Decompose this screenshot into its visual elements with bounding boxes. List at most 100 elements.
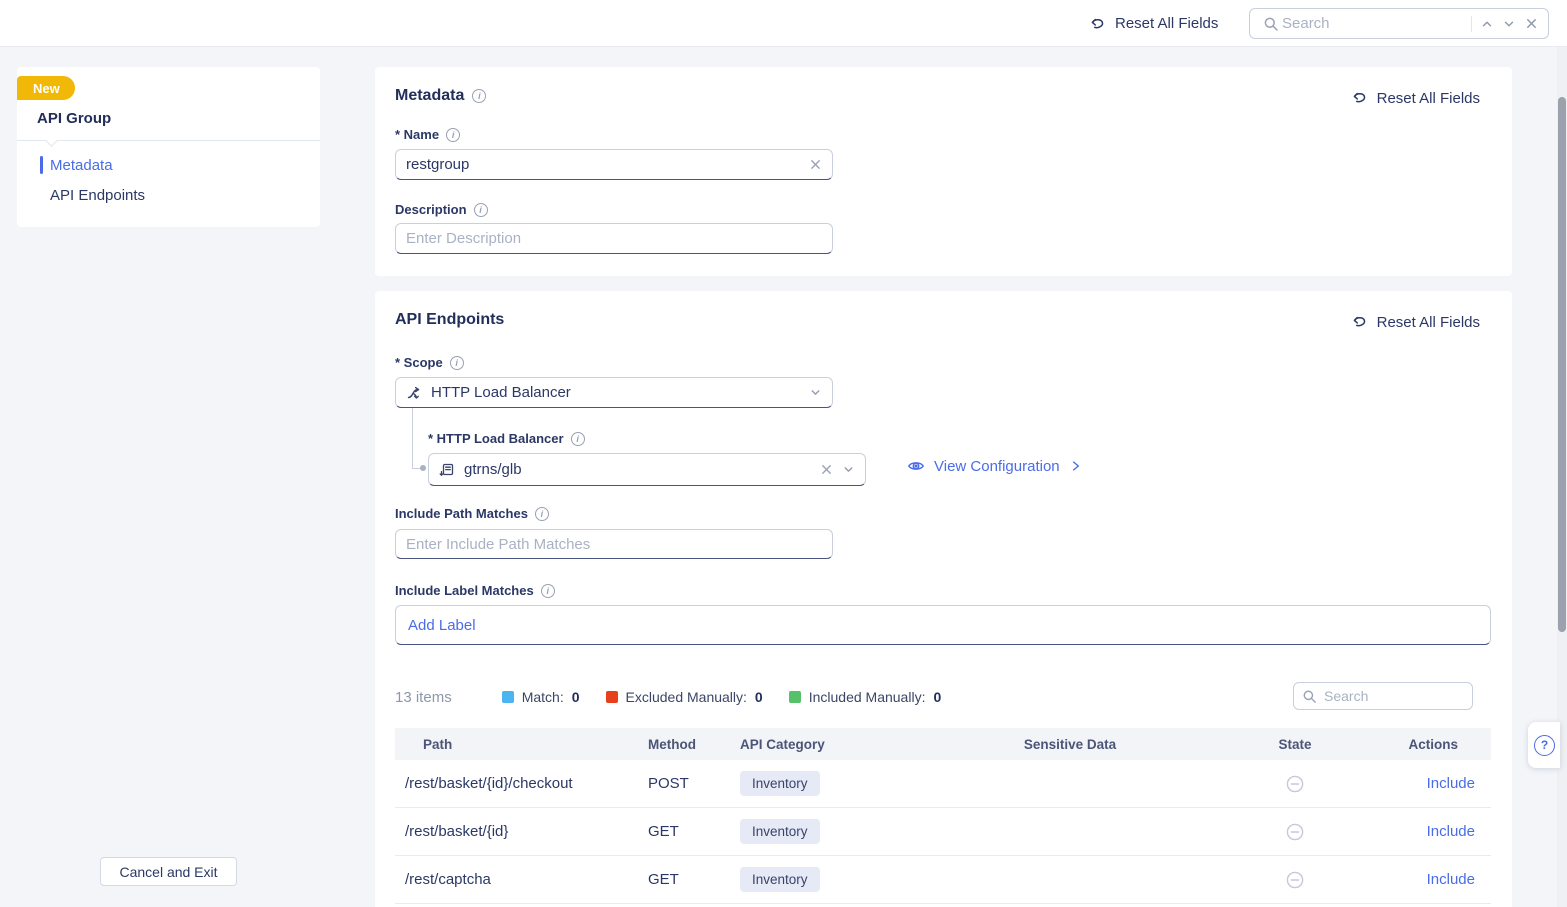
table-search[interactable] bbox=[1293, 682, 1473, 710]
lb-value: gtrns/glb bbox=[464, 461, 811, 478]
include-path-input[interactable] bbox=[406, 536, 822, 553]
scrollbar-thumb[interactable] bbox=[1558, 97, 1566, 632]
lb-field-label: * HTTP Load Balancer i bbox=[428, 431, 585, 446]
info-icon[interactable]: i bbox=[472, 89, 486, 103]
name-input[interactable] bbox=[406, 156, 809, 173]
search-next-button[interactable] bbox=[1498, 13, 1520, 35]
metadata-section: Metadata i Reset All Fields * Name i Des… bbox=[375, 67, 1512, 276]
info-icon[interactable]: i bbox=[446, 128, 460, 142]
sidebar-item-label: Metadata bbox=[50, 157, 113, 174]
cell-method: GET bbox=[648, 823, 740, 840]
help-icon: ? bbox=[1534, 735, 1555, 756]
table-search-input[interactable] bbox=[1324, 688, 1464, 704]
form-nav-sidebar: New API Group Metadata API Endpoints bbox=[17, 67, 320, 227]
description-field bbox=[395, 223, 833, 254]
nested-field-connector-dot bbox=[420, 465, 426, 471]
api-endpoints-reset-all-button[interactable]: Reset All Fields bbox=[1350, 313, 1480, 331]
new-badge: New bbox=[17, 76, 75, 100]
clear-name-icon[interactable] bbox=[809, 158, 822, 171]
scope-value: HTTP Load Balancer bbox=[431, 384, 800, 401]
api-endpoints-section-title: API Endpoints bbox=[395, 311, 504, 329]
table-row: /rest/basket/{id}/checkout POST Inventor… bbox=[395, 760, 1491, 808]
col-header-method: Method bbox=[648, 737, 740, 752]
sidebar-item-api-endpoints[interactable]: API Endpoints bbox=[17, 183, 320, 207]
sidebar-divider bbox=[17, 140, 320, 141]
branch-scope-icon bbox=[406, 385, 422, 401]
info-icon[interactable]: i bbox=[535, 507, 549, 521]
table-row: /rest/captcha GET Inventory Include bbox=[395, 856, 1491, 904]
metadata-reset-all-button[interactable]: Reset All Fields bbox=[1350, 89, 1480, 107]
app-window: Reset All Fields New API Group bbox=[0, 0, 1567, 907]
active-indicator bbox=[40, 156, 43, 174]
lb-select[interactable]: gtrns/glb bbox=[428, 453, 866, 486]
search-close-button[interactable] bbox=[1520, 13, 1542, 35]
api-endpoints-title-text: API Endpoints bbox=[395, 311, 504, 329]
info-icon[interactable]: i bbox=[474, 203, 488, 217]
chevron-right-icon bbox=[1069, 459, 1083, 473]
metadata-section-title: Metadata i bbox=[395, 87, 486, 105]
include-path-label-text: Include Path Matches bbox=[395, 506, 528, 521]
search-prev-button[interactable] bbox=[1476, 13, 1498, 35]
legend-count: 0 bbox=[933, 689, 941, 705]
view-configuration-link[interactable]: View Configuration bbox=[907, 457, 1083, 475]
state-neutral-icon[interactable] bbox=[1286, 871, 1304, 889]
info-icon[interactable]: i bbox=[450, 356, 464, 370]
global-search-input[interactable] bbox=[1282, 15, 1467, 32]
legend-count: 0 bbox=[572, 689, 580, 705]
global-search[interactable] bbox=[1249, 8, 1549, 39]
legend-label: Match: bbox=[522, 689, 564, 705]
state-neutral-icon[interactable] bbox=[1286, 775, 1304, 793]
name-label-text: * Name bbox=[395, 127, 439, 142]
description-label-text: Description bbox=[395, 202, 467, 217]
reset-label: Reset All Fields bbox=[1377, 90, 1480, 107]
search-divider bbox=[1471, 16, 1472, 32]
cell-method: GET bbox=[648, 871, 740, 888]
collapse-caret-icon bbox=[45, 134, 58, 147]
reset-icon bbox=[1088, 15, 1106, 33]
cell-method: POST bbox=[648, 775, 740, 792]
info-icon[interactable]: i bbox=[571, 432, 585, 446]
add-label-field[interactable]: Add Label bbox=[395, 605, 1491, 645]
name-field-label: * Name i bbox=[395, 127, 460, 142]
state-neutral-icon[interactable] bbox=[1286, 823, 1304, 841]
top-bar: Reset All Fields bbox=[0, 0, 1567, 47]
reset-icon bbox=[1350, 89, 1368, 107]
topbar-reset-all-button[interactable]: Reset All Fields bbox=[1088, 0, 1218, 47]
scope-field-label: * Scope i bbox=[395, 355, 464, 370]
table-meta-row: 13 items Match: 0 Excluded Manually: 0 I… bbox=[395, 683, 967, 711]
reset-icon bbox=[1350, 313, 1368, 331]
table-header-row: Path Method API Category Sensitive Data … bbox=[395, 728, 1491, 760]
help-button[interactable]: ? bbox=[1528, 722, 1560, 768]
table-row: /rest/basket/{id} GET Inventory Include bbox=[395, 808, 1491, 856]
api-category-badge: Inventory bbox=[740, 771, 820, 796]
include-action-link[interactable]: Include bbox=[1427, 871, 1475, 888]
endpoints-table: Path Method API Category Sensitive Data … bbox=[395, 728, 1491, 904]
include-label-field-label: Include Label Matches i bbox=[395, 583, 555, 598]
legend-label: Included Manually: bbox=[809, 689, 926, 705]
topbar-reset-all-label: Reset All Fields bbox=[1115, 15, 1218, 32]
sidebar-item-metadata[interactable]: Metadata bbox=[17, 153, 320, 177]
legend-match: Match: 0 bbox=[502, 689, 580, 705]
description-input[interactable] bbox=[406, 230, 822, 247]
legend-count: 0 bbox=[755, 689, 763, 705]
col-header-sensitive-data: Sensitive Data bbox=[915, 737, 1225, 752]
include-action-link[interactable]: Include bbox=[1427, 775, 1475, 792]
cell-path: /rest/basket/{id} bbox=[395, 823, 648, 840]
scope-select[interactable]: HTTP Load Balancer bbox=[395, 377, 833, 408]
chevron-down-icon bbox=[809, 386, 822, 399]
cell-path: /rest/captcha bbox=[395, 871, 648, 888]
col-header-state: State bbox=[1225, 737, 1365, 752]
cancel-and-exit-button[interactable]: Cancel and Exit bbox=[100, 857, 237, 886]
chevron-down-icon bbox=[842, 463, 855, 476]
match-color-swatch bbox=[502, 691, 514, 703]
search-icon bbox=[1260, 13, 1282, 35]
items-count: 13 items bbox=[395, 689, 452, 706]
clear-lb-icon[interactable] bbox=[820, 463, 833, 476]
reset-label: Reset All Fields bbox=[1377, 314, 1480, 331]
legend-excluded-manually: Excluded Manually: 0 bbox=[606, 689, 763, 705]
scrollbar-track[interactable] bbox=[1557, 47, 1567, 907]
info-icon[interactable]: i bbox=[541, 584, 555, 598]
metadata-title-text: Metadata bbox=[395, 87, 464, 105]
include-label-label-text: Include Label Matches bbox=[395, 583, 534, 598]
include-action-link[interactable]: Include bbox=[1427, 823, 1475, 840]
